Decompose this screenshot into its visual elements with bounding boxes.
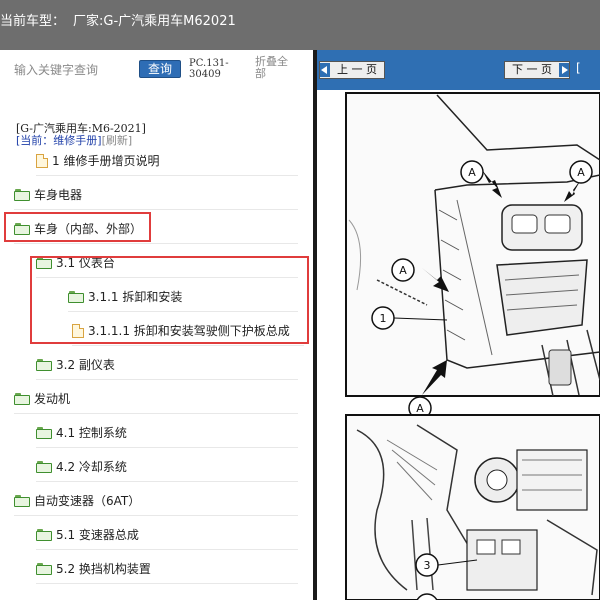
tree-item-label: 5.2 换挡机构装置 (56, 562, 151, 576)
folder-icon (14, 392, 30, 405)
folder-icon (36, 562, 52, 575)
tree-item-label: 车身电器 (34, 188, 83, 202)
folder-icon (14, 494, 30, 507)
prev-page-button[interactable]: 上 一 页 (319, 61, 385, 79)
tree-item-shift-mechanism[interactable]: 5.2 换挡机构装置 (36, 554, 298, 584)
tree-item-label: 4.1 控制系统 (56, 426, 127, 440)
tree-item-control-system[interactable]: 4.1 控制系统 (36, 418, 298, 448)
highlight-box-body (4, 212, 151, 242)
navigation-panel: 查询 PC.131-30409 折叠全部 [G-广汽乘用车:M6-2021] [… (0, 50, 313, 600)
tree-item-automatic-transmission[interactable]: 自动变速器（6AT） (14, 486, 298, 516)
illustration-bottom-engine: 3 (345, 414, 600, 600)
arrow-left-icon (320, 63, 330, 77)
folder-icon (36, 426, 52, 439)
document-code: PC.131-30409 (189, 58, 229, 80)
tree-item-auxiliary-console[interactable]: 3.2 副仪表 (36, 350, 298, 380)
callout-1: 1 (380, 312, 387, 325)
callout-a-4: A (416, 402, 424, 415)
arrow-right-icon (559, 63, 569, 77)
next-page-button[interactable]: 下 一 页 (504, 61, 570, 79)
document-viewer: 上 一 页 下 一 页 [A A A 1 A 3 (317, 50, 600, 600)
tree-item-label: 5.1 变速器总成 (56, 528, 139, 542)
tree-item-label: 发动机 (34, 392, 71, 406)
callout-3: 3 (424, 559, 431, 572)
callout-a-3: A (399, 264, 407, 277)
page-nav-bar: 上 一 页 下 一 页 [ (317, 50, 600, 90)
tree-item-body-electrical[interactable]: 车身电器 (14, 180, 298, 210)
tree-item-cooling-system[interactable]: 4.2 冷却系统 (36, 452, 298, 482)
folder-icon (14, 188, 30, 201)
callout-a-2: A (577, 166, 585, 179)
tree-item-engine[interactable]: 发动机 (14, 384, 298, 414)
next-page-label: 下 一 页 (512, 63, 552, 76)
title-bar: 当前车型： 厂家:G-广汽乘用车M62021 (0, 0, 600, 50)
callout-a-1: A (468, 166, 476, 179)
highlight-box-dashboard (30, 256, 309, 344)
manual-page: A A A 1 A 3 (317, 90, 600, 600)
folder-icon (36, 358, 52, 371)
current-model-label: 当前车型： (0, 14, 66, 29)
illustration-top-dashboard: A A A 1 A (345, 92, 600, 420)
tree-item-label: 3.2 副仪表 (56, 358, 115, 372)
folder-icon (36, 460, 52, 473)
current-model-value: 厂家:G-广汽乘用车M62021 (73, 14, 236, 29)
search-row: 查询 PC.131-30409 折叠全部 (0, 50, 313, 92)
tree-item-label: 1 维修手册增页说明 (52, 154, 160, 168)
document-icon (36, 153, 48, 168)
nav-extra-text: [ (576, 61, 581, 75)
prev-page-label: 上 一 页 (337, 63, 377, 76)
illustration-canvas: A A A 1 A 3 (317, 90, 600, 600)
tree-item-label: 4.2 冷却系统 (56, 460, 127, 474)
collapse-all-button[interactable]: 折叠全部 (255, 56, 295, 80)
search-input[interactable] (14, 60, 134, 80)
folder-icon (36, 528, 52, 541)
tree-item-label: 自动变速器（6AT） (34, 494, 141, 508)
tree-item-transmission-assembly[interactable]: 5.1 变速器总成 (36, 520, 298, 550)
search-button[interactable]: 查询 (139, 60, 181, 78)
tree-item-manual-notes[interactable]: 1 维修手册增页说明 (36, 146, 298, 176)
